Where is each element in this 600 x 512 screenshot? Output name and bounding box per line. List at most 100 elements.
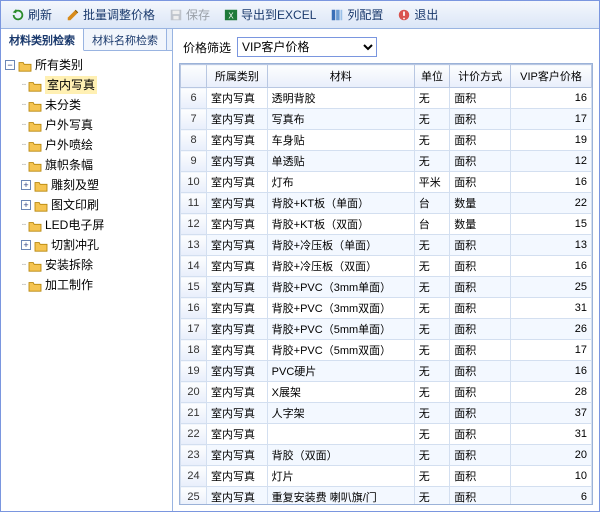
cell-category[interactable]: 室内写真 [207, 445, 268, 466]
cell-unit[interactable]: 无 [414, 88, 449, 109]
row-number[interactable]: 25 [181, 487, 207, 506]
row-number[interactable]: 18 [181, 340, 207, 361]
cell-unit[interactable]: 无 [414, 298, 449, 319]
table-row[interactable]: 22室内写真无面积31 [181, 424, 592, 445]
row-number[interactable]: 13 [181, 235, 207, 256]
cell-price[interactable]: 22 [510, 193, 591, 214]
cell-price[interactable]: 13 [510, 235, 591, 256]
cell-price[interactable]: 31 [510, 298, 591, 319]
cell-unit[interactable]: 无 [414, 403, 449, 424]
cell-mode[interactable]: 面积 [450, 235, 511, 256]
row-number[interactable]: 21 [181, 403, 207, 424]
tab-by-category[interactable]: 材料类别检索 [1, 29, 84, 51]
cell-category[interactable]: 室内写真 [207, 277, 268, 298]
cell-category[interactable]: 室内写真 [207, 88, 268, 109]
row-number[interactable]: 9 [181, 151, 207, 172]
col-vip-price[interactable]: VIP客户价格 [510, 65, 591, 88]
row-number[interactable]: 6 [181, 88, 207, 109]
cell-price[interactable]: 15 [510, 214, 591, 235]
batch-adjust-button[interactable]: 批量调整价格 [60, 3, 161, 26]
col-unit[interactable]: 单位 [414, 65, 449, 88]
expand-icon[interactable]: + [21, 200, 31, 210]
row-number[interactable]: 24 [181, 466, 207, 487]
cell-category[interactable]: 室内写真 [207, 109, 268, 130]
cell-price[interactable]: 16 [510, 256, 591, 277]
cell-category[interactable]: 室内写真 [207, 172, 268, 193]
table-row[interactable]: 14室内写真背胶+冷压板（双面）无面积16 [181, 256, 592, 277]
row-number[interactable]: 7 [181, 109, 207, 130]
cell-unit[interactable]: 无 [414, 256, 449, 277]
cell-category[interactable]: 室内写真 [207, 298, 268, 319]
cell-unit[interactable]: 无 [414, 424, 449, 445]
cell-price[interactable]: 16 [510, 172, 591, 193]
refresh-button[interactable]: 刷新 [5, 3, 58, 26]
row-number[interactable]: 12 [181, 214, 207, 235]
cell-category[interactable]: 室内写真 [207, 193, 268, 214]
cell-material[interactable]: 背胶+PVC（3mm单面） [267, 277, 414, 298]
tree-root-node[interactable]: − 所有类别 [3, 55, 170, 75]
expand-icon[interactable]: + [21, 180, 31, 190]
cell-material[interactable]: 背胶+冷压板（单面） [267, 235, 414, 256]
tree-node[interactable]: +图文印刷 [21, 195, 170, 215]
category-tree[interactable]: − 所有类别 ···室内写真···未分类···户外写真···户外喷绘···旗帜条… [1, 51, 172, 511]
export-excel-button[interactable]: X 导出到EXCEL [218, 3, 322, 26]
cell-price[interactable]: 10 [510, 466, 591, 487]
tree-node[interactable]: ···加工制作 [21, 275, 170, 295]
cell-category[interactable]: 室内写真 [207, 130, 268, 151]
row-number[interactable]: 15 [181, 277, 207, 298]
cell-mode[interactable]: 面积 [450, 361, 511, 382]
cell-mode[interactable]: 数量 [450, 193, 511, 214]
row-number[interactable]: 20 [181, 382, 207, 403]
cell-unit[interactable]: 无 [414, 151, 449, 172]
cell-category[interactable]: 室内写真 [207, 466, 268, 487]
cell-material[interactable]: 灯布 [267, 172, 414, 193]
table-row[interactable]: 24室内写真灯片无面积10 [181, 466, 592, 487]
cell-mode[interactable]: 面积 [450, 403, 511, 424]
cell-category[interactable]: 室内写真 [207, 214, 268, 235]
cell-unit[interactable]: 无 [414, 130, 449, 151]
tab-by-name[interactable]: 材料名称检索 [84, 29, 167, 50]
cell-material[interactable]: 背胶+PVC（3mm双面） [267, 298, 414, 319]
row-number[interactable]: 22 [181, 424, 207, 445]
row-number[interactable]: 10 [181, 172, 207, 193]
cell-material[interactable]: 单透贴 [267, 151, 414, 172]
save-button[interactable]: 保存 [163, 3, 216, 26]
cell-unit[interactable]: 平米 [414, 172, 449, 193]
cell-material[interactable]: 背胶+PVC（5mm双面） [267, 340, 414, 361]
table-row[interactable]: 20室内写真X展架无面积28 [181, 382, 592, 403]
cell-price[interactable]: 19 [510, 130, 591, 151]
cell-material[interactable]: 背胶+KT板（单面） [267, 193, 414, 214]
table-row[interactable]: 11室内写真背胶+KT板（单面）台数量22 [181, 193, 592, 214]
cell-mode[interactable]: 面积 [450, 256, 511, 277]
tree-node[interactable]: ···LED电子屏 [21, 215, 170, 235]
cell-unit[interactable]: 无 [414, 382, 449, 403]
tree-node[interactable]: ···户外写真 [21, 115, 170, 135]
table-row[interactable]: 6室内写真透明背胶无面积16 [181, 88, 592, 109]
exit-button[interactable]: 退出 [391, 3, 444, 26]
cell-unit[interactable]: 无 [414, 319, 449, 340]
cell-material[interactable]: 灯片 [267, 466, 414, 487]
cell-mode[interactable]: 面积 [450, 382, 511, 403]
cell-mode[interactable]: 数量 [450, 214, 511, 235]
cell-price[interactable]: 16 [510, 361, 591, 382]
cell-unit[interactable]: 台 [414, 193, 449, 214]
table-row[interactable]: 7室内写真写真布无面积17 [181, 109, 592, 130]
row-number[interactable]: 19 [181, 361, 207, 382]
cell-material[interactable] [267, 424, 414, 445]
cell-material[interactable]: 背胶+PVC（5mm单面） [267, 319, 414, 340]
cell-mode[interactable]: 面积 [450, 109, 511, 130]
row-number[interactable]: 14 [181, 256, 207, 277]
cell-category[interactable]: 室内写真 [207, 403, 268, 424]
row-number[interactable]: 17 [181, 319, 207, 340]
col-material[interactable]: 材料 [267, 65, 414, 88]
cell-mode[interactable]: 面积 [450, 487, 511, 506]
cell-mode[interactable]: 面积 [450, 130, 511, 151]
cell-price[interactable]: 6 [510, 487, 591, 506]
tree-node[interactable]: +切割冲孔 [21, 235, 170, 255]
cell-unit[interactable]: 无 [414, 277, 449, 298]
cell-material[interactable]: 人字架 [267, 403, 414, 424]
cell-mode[interactable]: 面积 [450, 151, 511, 172]
cell-category[interactable]: 室内写真 [207, 340, 268, 361]
tree-node[interactable]: ···旗帜条幅 [21, 155, 170, 175]
cell-category[interactable]: 室内写真 [207, 382, 268, 403]
